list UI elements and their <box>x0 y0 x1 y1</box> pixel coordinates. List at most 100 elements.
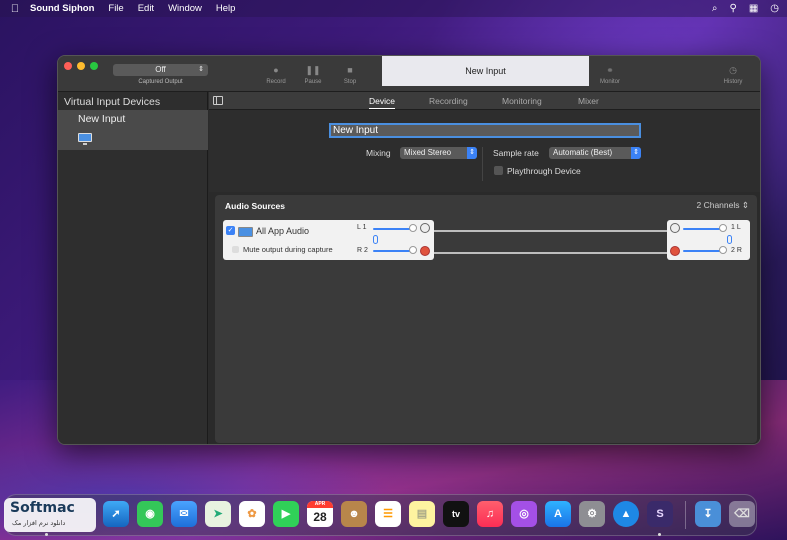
record-label: Record <box>266 79 286 85</box>
sample-rate-select[interactable]: Automatic (Best) ⇕ <box>549 147 641 159</box>
divider <box>482 147 483 181</box>
output-right-knob[interactable] <box>719 246 727 254</box>
clock-icon[interactable]: ◷ <box>770 3 779 14</box>
window-title: New Input <box>382 56 589 86</box>
sidebar-toggle-icon[interactable] <box>213 96 223 105</box>
output-left-port[interactable] <box>670 223 680 233</box>
music-icon[interactable]: ♫ <box>477 501 503 527</box>
reminders-icon[interactable]: ☰ <box>375 501 401 527</box>
right-channel-label: R 2 <box>357 247 368 254</box>
tab-device[interactable]: Device <box>369 96 395 109</box>
device-name-field[interactable]: New Input <box>329 123 641 138</box>
playthrough-checkbox[interactable] <box>494 166 503 175</box>
captured-output-select[interactable]: Off ⇕ <box>113 64 208 76</box>
wire-left <box>420 230 670 232</box>
display-icon <box>78 133 92 145</box>
output-left-slider[interactable] <box>683 228 721 230</box>
tab-bar: Device Recording Monitoring Mixer <box>209 92 760 110</box>
pause-button[interactable]: ❚❚ Pause <box>296 64 330 85</box>
mixing-select[interactable]: Mixed Stereo ⇕ <box>400 147 477 159</box>
mail-icon[interactable]: ✉ <box>171 501 197 527</box>
downloads-folder-icon[interactable]: ↧ <box>695 501 721 527</box>
captured-output-caption: Captured Output <box>138 79 183 85</box>
zoom-button[interactable] <box>90 62 98 70</box>
calendar-icon[interactable]: APR 28 <box>307 501 333 527</box>
right-level-slider[interactable] <box>373 250 411 252</box>
history-label: History <box>723 79 743 85</box>
output-right-label: 2 R <box>731 247 742 254</box>
right-level-knob[interactable] <box>409 246 417 254</box>
source-right-port[interactable] <box>420 246 430 256</box>
safari-icon[interactable]: ➚ <box>103 501 129 527</box>
messages-icon[interactable]: ◉ <box>137 501 163 527</box>
source-name: All App Audio <box>256 226 310 236</box>
source-left-port[interactable] <box>420 223 430 233</box>
channels-select[interactable]: 2 Channels ⇕ <box>696 200 749 211</box>
mute-output-checkbox[interactable] <box>232 246 239 253</box>
tab-monitoring[interactable]: Monitoring <box>502 96 542 106</box>
sidebar: Virtual Input Devices New Input + − <box>58 92 208 444</box>
running-indicator <box>658 533 661 536</box>
monitor-label: Monitor <box>599 79 620 85</box>
app-store-icon[interactable]: A <box>545 501 571 527</box>
wire-right <box>420 252 670 254</box>
sidebar-item-new-input[interactable]: New Input <box>58 110 208 150</box>
chevron-updown-icon: ⇕ <box>741 200 749 210</box>
playthrough-label: Playthrough Device <box>507 166 581 176</box>
facetime-icon[interactable]: ▶ <box>273 501 299 527</box>
menu-help[interactable]: Help <box>216 3 236 14</box>
record-button[interactable]: ● Record <box>259 64 293 85</box>
pause-icon: ❚❚ <box>305 65 321 75</box>
apple-menu-icon[interactable]:  <box>0 3 30 15</box>
mute-output-label: Mute output during capture <box>243 245 333 254</box>
audio-sources-title: Audio Sources <box>225 201 285 211</box>
output-right-slider[interactable] <box>683 250 721 252</box>
search-icon[interactable]: ⚲ <box>729 3 736 14</box>
link-channels-icon[interactable] <box>373 235 378 244</box>
audio-sources-panel: Audio Sources 2 Channels ⇕ ✓ All App Aud… <box>215 195 757 443</box>
left-channel-label: L 1 <box>357 224 367 231</box>
chevron-updown-icon: ⇕ <box>198 66 204 73</box>
contacts-icon[interactable]: ☻ <box>341 501 367 527</box>
menu-edit[interactable]: Edit <box>138 3 154 14</box>
record-icon: ● <box>273 65 279 75</box>
left-level-knob[interactable] <box>409 224 417 232</box>
output-left-knob[interactable] <box>719 224 727 232</box>
mixing-label: Mixing <box>366 148 391 158</box>
left-level-slider[interactable] <box>373 228 411 230</box>
monitor-button[interactable]: ⚭ Monitor <box>593 64 627 85</box>
trash-icon[interactable]: ⌫ <box>729 501 755 527</box>
toolbar: Off ⇕ Captured Output ● Record ❚❚ Pause … <box>58 56 760 92</box>
dock: ➚ ◉ ✉ ➤ ✿ ▶ APR 28 ☻ ☰ ▤ tv ♫ ◎ A ⚙ ▲ S … <box>4 494 757 536</box>
system-preferences-icon[interactable]: ⚙ <box>579 501 605 527</box>
menu-file[interactable]: File <box>108 3 123 14</box>
output-right-port[interactable] <box>670 246 680 256</box>
maps-icon[interactable]: ➤ <box>205 501 231 527</box>
tab-mixer[interactable]: Mixer <box>578 96 599 106</box>
close-button[interactable] <box>64 62 72 70</box>
device-settings: New Input Mixing Mixed Stereo ⇕ Sample r… <box>209 110 760 192</box>
link-channels-icon[interactable] <box>727 235 732 244</box>
minimize-button[interactable] <box>77 62 85 70</box>
menu-window[interactable]: Window <box>168 3 202 14</box>
wifi-icon[interactable]: ⌕ <box>712 3 718 14</box>
notes-icon[interactable]: ▤ <box>409 501 435 527</box>
output-left-label: 1 L <box>731 224 741 231</box>
monterey-installer-icon[interactable]: ▲ <box>613 501 639 527</box>
watermark-subtitle: دانلود نرم افزار مک <box>12 519 66 527</box>
control-center-icon[interactable]: ▦ <box>749 3 758 14</box>
tab-recording[interactable]: Recording <box>429 96 468 106</box>
stop-label: Stop <box>343 79 357 85</box>
photos-icon[interactable]: ✿ <box>239 501 265 527</box>
headphones-icon: ⚭ <box>606 65 614 75</box>
source-enabled-checkbox[interactable]: ✓ <box>226 226 235 235</box>
podcasts-icon[interactable]: ◎ <box>511 501 537 527</box>
calendar-month: APR <box>307 501 333 508</box>
sample-rate-label: Sample rate <box>493 148 539 158</box>
history-button[interactable]: ◷ History <box>716 64 750 85</box>
app-menu[interactable]: Sound Siphon <box>30 3 94 14</box>
apple-tv-icon[interactable]: tv <box>443 501 469 527</box>
sound-siphon-icon[interactable]: S <box>647 501 673 527</box>
stop-button[interactable]: ■ Stop <box>333 64 367 85</box>
pause-label: Pause <box>304 79 322 85</box>
